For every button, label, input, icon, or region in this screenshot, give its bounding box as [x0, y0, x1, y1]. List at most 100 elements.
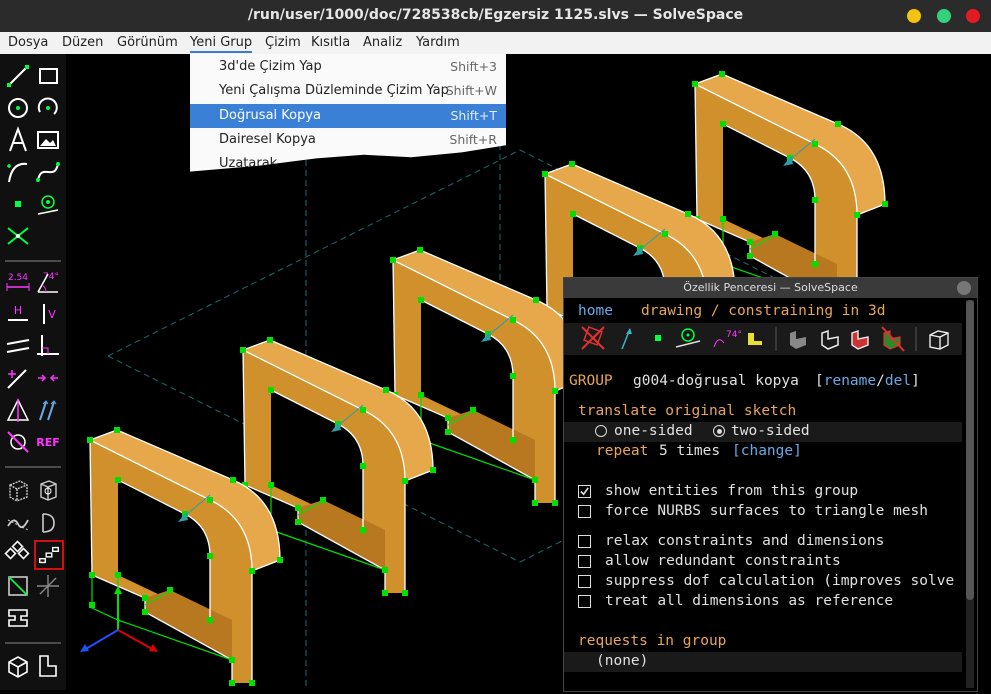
vertical-label: V	[48, 308, 56, 321]
outline-toggle-icon	[851, 330, 869, 350]
scrollbar-thumb[interactable]	[966, 300, 974, 600]
step-translate-icon[interactable]	[34, 540, 64, 570]
distance-icon[interactable]: 2.54	[4, 268, 32, 296]
minimize-button[interactable]	[907, 9, 921, 23]
maximize-button[interactable]	[937, 9, 951, 23]
on-point-icon[interactable]	[4, 364, 32, 392]
midpoint-icon[interactable]	[34, 364, 62, 392]
force-nurbs-label: force NURBS surfaces to triangle mesh	[605, 503, 929, 519]
point-icon[interactable]	[4, 190, 32, 218]
menu-analyze[interactable]: Analiz	[363, 35, 402, 50]
perpendicular-icon[interactable]	[34, 332, 62, 360]
step-rotate-icon[interactable]	[4, 540, 32, 568]
toolbar-separator	[5, 642, 61, 644]
menu-file[interactable]: Dosya	[8, 35, 48, 50]
angle-icon[interactable]: 74°	[34, 268, 62, 296]
allow-redundant-label: allow redundant constraints	[605, 553, 841, 569]
horizontal-icon[interactable]: H	[4, 300, 32, 328]
group-label: GROUP	[569, 373, 613, 389]
distance-label: 2.54	[8, 273, 28, 283]
one-sided-radio[interactable]	[595, 425, 607, 437]
two-sided-radio[interactable]	[713, 425, 725, 437]
nav-mode: drawing / constraining in 3d	[641, 303, 886, 319]
lathe-icon[interactable]	[34, 476, 62, 504]
helix-icon[interactable]	[4, 508, 32, 536]
equal-icon[interactable]	[34, 396, 62, 424]
ref-icon[interactable]: REF	[34, 428, 62, 456]
nearest-iso-icon[interactable]	[4, 652, 32, 680]
nav-home-link[interactable]: home	[578, 303, 613, 319]
group-name: g004-doğrusal kopya	[633, 373, 799, 389]
repeat-label: repeat	[596, 443, 649, 459]
vertical-icon[interactable]: V	[34, 300, 62, 328]
suppress-dof-checkbox[interactable]	[578, 575, 591, 588]
line-icon[interactable]	[4, 62, 32, 90]
normals-toggle-icon	[621, 328, 632, 350]
symmetric-icon[interactable]	[4, 396, 32, 424]
menu-item-sketch-3d[interactable]: 3d'de Çizim Yap Shift+3	[190, 55, 506, 79]
menu-view[interactable]: Görünüm	[117, 35, 178, 50]
revolve-icon[interactable]	[34, 508, 62, 536]
close-button[interactable]	[966, 9, 980, 23]
parallel-icon[interactable]	[4, 332, 32, 360]
image-icon[interactable]	[34, 126, 62, 154]
menu-sketch[interactable]: Çizim	[265, 35, 301, 50]
force-nurbs-checkbox[interactable]	[578, 505, 591, 518]
toolbar-separator	[5, 260, 61, 262]
delete-link[interactable]: del	[885, 373, 911, 389]
requests-value: (none)	[596, 653, 649, 669]
rename-link[interactable]: rename	[824, 373, 876, 389]
construction-toggle-icon	[675, 328, 701, 348]
two-sided-label: two-sided	[731, 423, 810, 439]
rectangle-icon[interactable]	[34, 62, 62, 90]
split-curves-icon[interactable]	[4, 222, 32, 250]
toolbar: 2.54 74° H V REF	[0, 54, 66, 690]
relax-constraints-checkbox[interactable]	[578, 535, 591, 548]
bezier-icon[interactable]	[34, 158, 62, 186]
allow-redundant-checkbox[interactable]	[578, 555, 591, 568]
change-repeat-link[interactable]: [change]	[732, 443, 802, 459]
circle-icon[interactable]	[4, 94, 32, 122]
tangent-arc-icon[interactable]	[4, 158, 32, 186]
menu-new-group[interactable]: Yeni Grup	[190, 35, 253, 53]
menu-item-rotate-copy[interactable]: Dairesel Kopya Shift+R	[190, 128, 506, 152]
reference-dims-label: treat all dimensions as reference	[605, 593, 894, 609]
workplane-icon[interactable]	[4, 572, 32, 600]
faces-toggle-icon	[748, 333, 762, 345]
menu-edit[interactable]: Düzen	[62, 35, 103, 50]
extrude-icon[interactable]	[4, 476, 32, 504]
ortho-icon[interactable]	[34, 652, 62, 680]
title-bar: /run/user/1000/doc/728538cb/Egzersiz 112…	[0, 0, 991, 32]
text-icon[interactable]	[4, 126, 32, 154]
property-browser-scrollbar[interactable]	[966, 300, 974, 688]
menu-item-linear-copy[interactable]: Doğrusal Kopya Shift+T	[190, 104, 506, 128]
constraint-lock-icon[interactable]	[4, 428, 32, 456]
horizontal-label: H	[14, 304, 22, 317]
show-entities-checkbox[interactable]	[578, 485, 591, 498]
construction-point-icon[interactable]	[34, 190, 62, 218]
window-title: /run/user/1000/doc/728538cb/Egzersiz 112…	[247, 7, 744, 23]
relax-constraints-label: relax constraints and dimensions	[605, 533, 885, 549]
shaded-toggle-icon	[790, 331, 806, 349]
svg-text:74°: 74°	[726, 330, 742, 340]
workplane-toggle-icon	[581, 326, 605, 350]
suppress-dof-label: suppress dof calculation (improves solve	[605, 573, 955, 589]
hidden-lines-toggle-icon	[929, 330, 949, 350]
edges-toggle-icon	[821, 329, 839, 350]
ref-label: REF	[36, 436, 60, 449]
points-toggle-icon	[655, 335, 661, 341]
property-browser: Özellik Penceresi — SolveSpace home draw…	[563, 277, 978, 692]
show-entities-label: show entities from this group	[605, 483, 859, 499]
menu-constrain[interactable]: Kısıtla	[311, 35, 350, 50]
toolbar-separator	[5, 466, 61, 468]
menu-item-sketch-workplane[interactable]: Yeni Çalışma Düzleminde Çizim Yap Shift+W	[190, 79, 506, 103]
repeat-count: 5 times	[659, 443, 721, 459]
dof-icon[interactable]	[34, 572, 62, 600]
arc-icon[interactable]	[34, 94, 62, 122]
reference-dims-checkbox[interactable]	[578, 595, 591, 608]
menu-help[interactable]: Yardım	[416, 35, 460, 50]
angle-label: 74°	[43, 272, 59, 282]
property-browser-close-button[interactable]	[957, 281, 971, 295]
one-sided-label: one-sided	[614, 423, 693, 439]
assembly-icon[interactable]	[4, 604, 32, 632]
